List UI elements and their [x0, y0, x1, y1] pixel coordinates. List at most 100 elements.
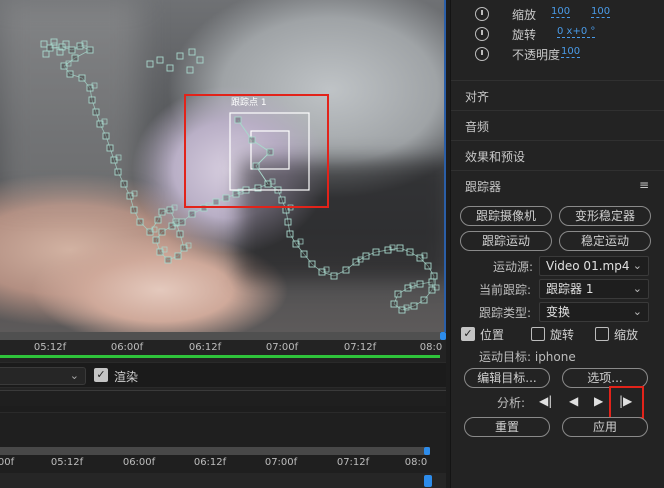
- track-keyframe: [106, 144, 114, 152]
- track-keyframe: [420, 296, 428, 304]
- time-tick: 06:12f: [188, 342, 222, 353]
- time-tick: 08:0: [419, 342, 443, 353]
- step-back-icon[interactable]: ◀|: [539, 394, 552, 408]
- chevron-down-icon: ⌄: [69, 369, 79, 382]
- track-motion-button[interactable]: 跟踪运动: [460, 231, 552, 251]
- track-keyframe: [92, 108, 100, 116]
- track-keyframe: [158, 228, 166, 236]
- rotation-checkbox[interactable]: [531, 327, 545, 341]
- time-tick: 06:00f: [122, 457, 156, 468]
- timeline-track-area[interactable]: [0, 473, 446, 488]
- track-keyframe: [68, 46, 76, 54]
- scale-height-value[interactable]: 100: [591, 6, 611, 18]
- track-keyframe: [284, 218, 292, 226]
- panel-effects-presets[interactable]: 效果和预设: [451, 140, 664, 170]
- track-keyframe: [158, 208, 166, 216]
- track-keyframe: [396, 244, 404, 252]
- time-ruler[interactable]: 05:12f 06:00f 06:12f 07:00f 07:12f 08:0: [0, 342, 446, 356]
- track-keyframe: [188, 48, 196, 56]
- scale-label: 缩放: [512, 8, 537, 22]
- position-checkbox[interactable]: ✓: [461, 327, 475, 341]
- rotation-value[interactable]: 0 x+0 °: [557, 26, 596, 38]
- time-tick: 05:12f: [50, 457, 84, 468]
- scale-width-value[interactable]: 100: [551, 6, 571, 18]
- track-keyframe: [390, 300, 398, 308]
- track-keyframe: [188, 210, 196, 218]
- track-keyframe: [196, 56, 204, 64]
- play-backward-icon[interactable]: ◀: [569, 394, 578, 408]
- timeline-zoom-bar[interactable]: [0, 332, 446, 340]
- track-type-label: 跟踪类型:: [479, 306, 532, 320]
- panel-align-title: 对齐: [465, 90, 490, 104]
- track-keyframe: [176, 230, 184, 238]
- edit-target-button[interactable]: 编辑目标...: [464, 368, 550, 388]
- options-button[interactable]: 选项...: [562, 368, 648, 388]
- track-keyframe: [71, 54, 79, 62]
- view-dropdown[interactable]: ⌄: [0, 367, 86, 385]
- chevron-down-icon: ⌄: [632, 282, 642, 295]
- opacity-value[interactable]: 100: [561, 46, 581, 58]
- time-ruler-bottom[interactable]: 00f 05:12f 06:00f 06:12f 07:00f 07:12f 0…: [0, 457, 446, 471]
- motion-source-value: Video 01.mp4: [546, 259, 630, 273]
- composition-viewer[interactable]: 跟踪点 1: [0, 0, 446, 332]
- scale-checkbox[interactable]: [595, 327, 609, 341]
- work-area-bar[interactable]: [0, 355, 440, 358]
- stabilize-motion-button[interactable]: 稳定运动: [559, 231, 651, 251]
- current-time-indicator[interactable]: [424, 475, 432, 487]
- warp-stabilizer-button[interactable]: 变形稳定器: [559, 206, 651, 226]
- track-keyframe: [428, 278, 436, 286]
- time-tick: 07:12f: [336, 457, 370, 468]
- apply-button[interactable]: 应用: [562, 417, 648, 437]
- time-tick: 07:00f: [264, 457, 298, 468]
- timeline-navigator[interactable]: [0, 447, 430, 455]
- time-tick: 06:00f: [110, 342, 144, 353]
- track-keyframe: [130, 206, 138, 214]
- panel-align[interactable]: 对齐: [451, 80, 664, 110]
- hamburger-menu-icon[interactable]: ≡: [639, 178, 649, 192]
- track-keyframe: [136, 218, 144, 226]
- viewer-options-row: ⌄ ✓ 渲染: [0, 362, 446, 388]
- navigator-handle[interactable]: [424, 447, 430, 455]
- track-keyframe: [66, 70, 74, 78]
- track-keyframe: [146, 60, 154, 68]
- track-keyframe: [42, 50, 50, 58]
- stopwatch-icon[interactable]: [475, 47, 489, 61]
- render-checkbox[interactable]: ✓: [94, 368, 108, 382]
- track-keyframe: [176, 52, 184, 60]
- track-keyframe: [78, 74, 86, 82]
- stopwatch-icon[interactable]: [475, 27, 489, 41]
- scale-check-label: 缩放: [614, 328, 639, 342]
- track-keyframe: [102, 132, 110, 140]
- panel-tracker[interactable]: 跟踪器 ≡: [451, 170, 664, 200]
- time-tick: 07:00f: [265, 342, 299, 353]
- stopwatch-icon[interactable]: [475, 7, 489, 21]
- track-keyframe: [88, 96, 96, 104]
- position-label: 位置: [480, 328, 505, 342]
- track-camera-button[interactable]: 跟踪摄像机: [460, 206, 552, 226]
- motion-source-select[interactable]: Video 01.mp4 ⌄: [539, 256, 649, 276]
- track-type-value: 变换: [546, 305, 571, 319]
- track-keyframe: [308, 260, 316, 268]
- track-keyframe: [156, 56, 164, 64]
- track-keyframe: [342, 266, 350, 274]
- track-keyframe: [152, 236, 160, 244]
- render-label: 渲染: [114, 370, 139, 384]
- panel-audio-title: 音频: [465, 120, 490, 134]
- panel-divider: [0, 390, 446, 406]
- play-forward-icon[interactable]: ▶: [594, 394, 603, 408]
- current-track-select[interactable]: 跟踪器 1 ⌄: [539, 279, 649, 299]
- track-keyframe: [362, 252, 370, 260]
- right-panel: 缩放 100 100 旋转 0 x+0 ° 不透明度 100 对齐 音频 效果和…: [450, 0, 664, 488]
- panel-effects-title: 效果和预设: [465, 150, 526, 164]
- time-tick: 00f: [0, 457, 15, 468]
- motion-target-text: 运动目标: iphone: [479, 350, 576, 364]
- chevron-down-icon: ⌄: [632, 259, 642, 272]
- track-keyframe: [40, 40, 48, 48]
- viewer-edge: [444, 0, 446, 332]
- zoom-handle[interactable]: [440, 332, 446, 340]
- track-keyframe: [300, 250, 308, 258]
- track-type-select[interactable]: 变换 ⌄: [539, 302, 649, 322]
- time-tick: 08:0: [404, 457, 428, 468]
- reset-button[interactable]: 重置: [464, 417, 550, 437]
- panel-audio[interactable]: 音频: [451, 110, 664, 140]
